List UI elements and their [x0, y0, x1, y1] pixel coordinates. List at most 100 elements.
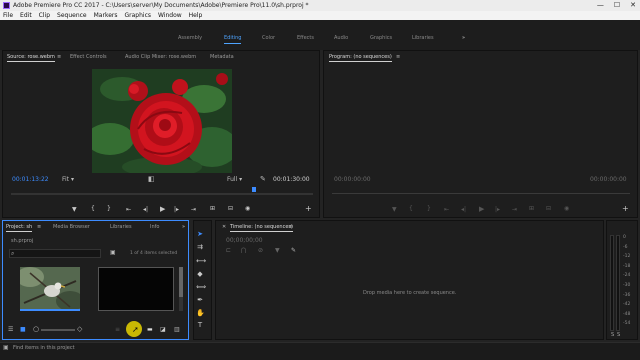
source-playhead[interactable]	[252, 187, 257, 192]
clip-thumbnail-bird[interactable]	[20, 267, 80, 311]
workspace-libraries[interactable]: Libraries	[412, 35, 434, 41]
zoom-in-icon[interactable]: ◇	[77, 325, 82, 333]
project-scrollbar-thumb[interactable]	[179, 267, 183, 297]
program-add-button-icon[interactable]: +	[622, 204, 629, 213]
workspace-graphics[interactable]: Graphics	[370, 35, 392, 41]
new-bin-icon[interactable]: ▬	[147, 326, 153, 333]
source-time-ruler[interactable]	[11, 187, 313, 195]
thumbnail-size-slider[interactable]	[41, 329, 75, 331]
sort-icon[interactable]: ≡	[115, 326, 120, 333]
timeline-close-icon[interactable]: ✕	[222, 224, 226, 230]
program-time-ruler[interactable]	[332, 193, 630, 194]
program-mark-out-icon[interactable]: }	[427, 205, 431, 212]
close-button[interactable]: ✕	[630, 0, 636, 11]
program-export-frame-icon[interactable]: ◉	[564, 205, 569, 212]
tab-timeline[interactable]: Timeline: (no sequences)	[230, 224, 293, 232]
workspace-color[interactable]: Color	[262, 35, 275, 41]
menu-sequence[interactable]: Sequence	[57, 12, 87, 19]
extract-icon[interactable]: ⊟	[546, 205, 551, 212]
program-mark-in-icon[interactable]: {	[409, 205, 413, 212]
step-back-icon[interactable]: ◂|	[143, 206, 148, 213]
slip-tool-icon[interactable]: ⟺	[196, 283, 206, 291]
new-item-icon[interactable]: ◪	[160, 326, 166, 333]
solo-right-icon[interactable]: S	[617, 332, 620, 338]
program-tab-menu-icon[interactable]: ≡	[396, 54, 400, 60]
mark-out-icon[interactable]: }	[107, 205, 111, 212]
source-timecode[interactable]: 00:01:13:22	[12, 176, 49, 183]
list-view-icon[interactable]: ☰	[8, 326, 13, 333]
source-zoom-select[interactable]: Fit ▾	[62, 176, 74, 183]
export-frame-icon[interactable]: ◉	[245, 205, 250, 212]
zoom-scrollbar[interactable]	[11, 193, 313, 195]
program-timecode[interactable]: 00:00:00:00	[334, 176, 371, 183]
menu-edit[interactable]: Edit	[20, 12, 32, 19]
tab-program[interactable]: Program: (no sequences)	[329, 54, 392, 62]
razor-tool-icon[interactable]: ◆	[196, 270, 204, 278]
add-button-icon[interactable]: +	[305, 204, 312, 213]
insert-overwrite-icon[interactable]: ⊏	[226, 247, 231, 254]
program-go-to-in-icon[interactable]: ⇤	[444, 206, 449, 213]
tab-effect-controls[interactable]: Effect Controls	[70, 54, 107, 60]
minimize-button[interactable]: —	[597, 0, 604, 11]
tab-info[interactable]: Info	[150, 224, 159, 230]
tab-libraries[interactable]: Libraries	[110, 224, 132, 230]
selection-tool-icon[interactable]: ➤	[196, 230, 204, 238]
linked-selection-icon[interactable]: ⊘	[258, 247, 263, 254]
tab-audio-clip-mixer[interactable]: Audio Clip Mixer: rose.webm	[125, 54, 196, 60]
clip-thumbnail-black[interactable]	[98, 267, 174, 311]
menu-help[interactable]: Help	[189, 12, 203, 19]
program-step-forward-icon[interactable]: |▸	[495, 206, 500, 213]
menu-file[interactable]: File	[3, 12, 13, 19]
go-to-out-icon[interactable]: ⇥	[191, 206, 196, 213]
program-play-icon[interactable]: ▶	[479, 205, 484, 213]
maximize-button[interactable]: ☐	[614, 0, 620, 11]
new-bin-search-icon[interactable]: ▣	[110, 249, 116, 256]
zoom-out-icon[interactable]: ○	[33, 325, 39, 333]
menu-window[interactable]: Window	[158, 12, 182, 19]
workspace-audio[interactable]: Audio	[334, 35, 348, 41]
tab-media-browser[interactable]: Media Browser	[53, 224, 90, 230]
step-forward-icon[interactable]: |▸	[174, 206, 179, 213]
add-marker-icon[interactable]: ▼	[72, 206, 77, 213]
program-go-to-out-icon[interactable]: ⇥	[512, 206, 517, 213]
pen-tool-icon[interactable]: ✒	[196, 296, 204, 304]
play-icon[interactable]: ▶	[160, 205, 165, 213]
project-tab-menu-icon[interactable]: ≡	[37, 224, 41, 230]
menu-clip[interactable]: Clip	[39, 12, 50, 19]
playback-resolution-select[interactable]: Full ▾	[227, 176, 242, 183]
lift-icon[interactable]: ⊞	[529, 205, 534, 212]
workspace-assembly[interactable]: Assembly	[178, 35, 202, 41]
marker-icon[interactable]: ◧	[148, 175, 155, 183]
wrench-icon[interactable]: ✎	[260, 175, 266, 183]
tab-source[interactable]: Source: rose.webm	[7, 54, 55, 62]
workspace-overflow-button[interactable]: »	[462, 35, 465, 41]
hand-tool-icon[interactable]: ✋	[196, 309, 205, 317]
project-scrollbar[interactable]	[179, 267, 183, 311]
timeline-tab-menu-icon[interactable]: ≡	[289, 224, 293, 230]
tab-metadata[interactable]: Metadata	[210, 54, 234, 60]
tab-project[interactable]: Project: sh	[6, 224, 33, 232]
track-select-tool-icon[interactable]: ⇉	[196, 243, 204, 251]
snap-icon[interactable]: ⋂	[241, 247, 246, 254]
program-add-marker-icon[interactable]: ▼	[392, 206, 397, 213]
solo-left-icon[interactable]: S	[611, 332, 614, 338]
go-to-in-icon[interactable]: ⇤	[126, 206, 131, 213]
overwrite-icon[interactable]: ⊟	[228, 205, 233, 212]
workspace-editing[interactable]: Editing	[224, 35, 242, 44]
timeline-timecode[interactable]: 00;00;00;00	[226, 237, 263, 244]
icon-view-icon[interactable]: ■	[20, 326, 26, 333]
trash-icon[interactable]: ▥	[174, 326, 180, 333]
source-tab-menu-icon[interactable]: ≡	[57, 54, 61, 60]
program-step-back-icon[interactable]: ◂|	[461, 206, 466, 213]
insert-icon[interactable]: ⊞	[210, 205, 215, 212]
menu-markers[interactable]: Markers	[94, 12, 118, 19]
workspace-effects[interactable]: Effects	[297, 35, 314, 41]
mark-in-icon[interactable]: {	[91, 205, 95, 212]
ripple-edit-tool-icon[interactable]: ⟷	[196, 257, 206, 265]
timeline-settings-icon[interactable]: ✎	[291, 247, 296, 254]
type-tool-icon[interactable]: T	[196, 321, 204, 329]
project-overflow-icon[interactable]: »	[182, 224, 185, 230]
menu-graphics[interactable]: Graphics	[125, 12, 152, 19]
add-timeline-marker-icon[interactable]: ▼	[275, 247, 280, 254]
project-search-input[interactable]: ⌕	[9, 249, 101, 258]
